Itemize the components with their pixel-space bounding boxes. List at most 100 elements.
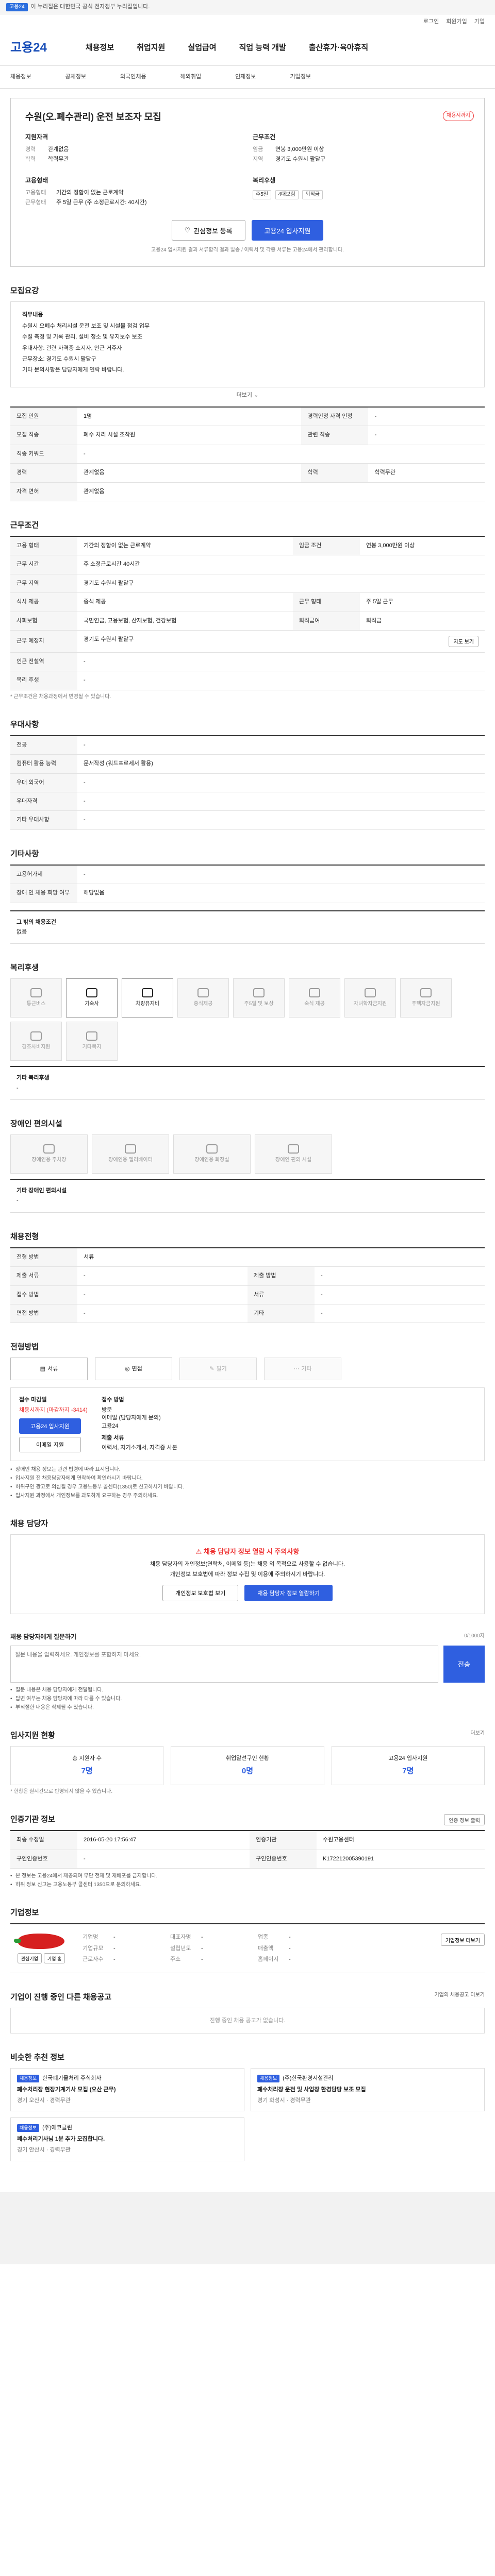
login-link[interactable]: 로그인 — [423, 18, 439, 26]
value: - — [113, 1934, 116, 1941]
table-row: 우대자격 - — [10, 792, 485, 811]
others-more-link[interactable]: 기업의 채용공고 더보기 — [434, 1992, 485, 1999]
table-cell: 수원고용센터 — [317, 1831, 485, 1850]
welfare-icon — [365, 988, 376, 998]
priority-table: 전공 - 컴퓨터 활용 능력 문서작성 (워드프로세서 활용) 우대 외국어 - 우대… — [10, 735, 485, 830]
stats-title: 입사지원 현황 — [10, 1731, 55, 1740]
company-more-button[interactable]: 기업정보 더보기 — [440, 1934, 485, 1946]
table-cell: 1명 — [77, 407, 302, 427]
table-row: 근무 지역 경기도 수원시 팔달구 — [10, 574, 485, 594]
welfare-card: 주택자금지원 — [400, 978, 452, 1018]
docs-title: 제출 서류 — [102, 1434, 124, 1441]
print-button[interactable]: 인증 정보 출력 — [444, 1814, 485, 1826]
company-section: 기업정보 관심기업 기업 홈 기업명 - 대표자명 - 업종 - 기업규모 - 설립년도… — [10, 1907, 485, 1974]
subnav-overseas[interactable]: 해외취업 — [180, 73, 201, 81]
table-header: 인근 전철역 — [10, 652, 77, 672]
scrap-button[interactable]: ♡ 관심정보 등록 — [171, 220, 245, 241]
stat-value: 7명 — [402, 1767, 414, 1776]
table-header: 기타 — [248, 1304, 315, 1324]
reco-tag: 채용정보 — [17, 2124, 40, 2132]
welfare-card-label: 차량유지비 — [136, 1001, 159, 1007]
subnav-company[interactable]: 기업정보 — [290, 73, 311, 81]
reco-card[interactable]: 채용정보 (주)에코클린 폐수처리기사님 1분 추가 모집합니다. 경기 안산시 · … — [10, 2117, 244, 2161]
reco-title: 폐수처리장 운전 및 사업장 환경담당 보조 모집 — [257, 2086, 366, 2093]
favorite-company-button[interactable]: 관심기업 — [17, 1953, 42, 1964]
table-header: 우대자격 — [10, 792, 77, 811]
summary-qualification: 지원자격 경력 관계없음 학력 학력무관 — [25, 133, 242, 166]
company-link[interactable]: 기업 — [474, 18, 485, 26]
send-button[interactable]: 전송 — [443, 1645, 485, 1683]
manager-section: 채용 담당자 ⚠ 채용 담당자 정보 열람 시 주의사항 채용 담당자의 개인정… — [10, 1518, 485, 1615]
restroom-icon — [206, 1144, 218, 1154]
fold-toggle[interactable]: 더보기 ⌄ — [10, 392, 485, 399]
subnav-public[interactable]: 공채정보 — [65, 73, 86, 81]
nav-jobs[interactable]: 채용정보 — [86, 42, 114, 53]
subnav-foreign[interactable]: 외국인채용 — [120, 73, 146, 81]
apply-note: 고용24 입사지원 결과 서류합격 결과 발송 / 이력서 및 각종 서류는 고… — [151, 247, 344, 253]
stats-section: 입사지원 현황 더보기 총 지원자 수 7명 취업알선구인 현황 0명 고용24 입사… — [10, 1730, 485, 1795]
table-row: 구인인증번호 - 구인인증번호 K172212005390191 — [10, 1850, 485, 1869]
company-home-button[interactable]: 기업 홈 — [43, 1953, 65, 1964]
career-value: 관계없음 — [48, 146, 69, 152]
welfare-card: 통근버스 — [10, 978, 62, 1018]
gov-tag: 고용24 — [6, 3, 28, 11]
table-row: 직종 키워드 - — [10, 445, 485, 464]
employment-type-value: 기간의 정함이 없는 근로계약 — [56, 189, 124, 196]
table-header: 퇴직급여 — [292, 612, 360, 631]
table-row: 근무 예정지 경기도 수원시 팔달구 지도 보기 — [10, 630, 485, 653]
posting-section: 인증기관 정보 인증 정보 출력 최종 수정일 2016-05-20 17:56:4… — [10, 1814, 485, 1889]
gov-banner: 고용24 이 누리집은 대한민국 공식 전자정부 누리집입니다. — [0, 0, 495, 14]
nav-training[interactable]: 직업 능력 개발 — [239, 42, 286, 53]
question-input[interactable] — [10, 1645, 438, 1683]
reco-meta: 경기 오산시 · 경력무관 — [17, 2097, 71, 2104]
welfare-card-label: 주택자금지원 — [411, 1001, 440, 1007]
email-apply-button[interactable]: 이메일 지원 — [19, 1437, 81, 1453]
table-header: 기타 우대사항 — [10, 810, 77, 830]
summary-conditions: 근무조건 임금 연봉 3,000만원 이상 지역 경기도 수원시 팔달구 — [253, 133, 470, 166]
table-header: 구인인증번호 — [10, 1850, 77, 1869]
apply-button[interactable]: 고용24 입사지원 — [251, 220, 324, 241]
value: - — [201, 1956, 203, 1962]
signup-link[interactable]: 회원가입 — [446, 18, 467, 26]
table-cell: 문서작성 (워드프로세서 활용) — [77, 754, 485, 774]
label: 기업명 — [82, 1934, 98, 1941]
table-row: 면접 방법 - 기타 - — [10, 1304, 485, 1324]
notice-item: 장애인 채용 정보는 관련 법령에 따라 표시됩니다. — [10, 1466, 485, 1473]
site-logo[interactable]: 고용24 — [10, 39, 67, 57]
table-header: 경력인정 자격 인정 — [301, 407, 369, 427]
reco-meta: 경기 안산시 · 경력무관 — [17, 2147, 71, 2154]
table-cell: 관계없음 — [77, 482, 485, 502]
privacy-law-button[interactable]: 개인정보 보호법 보기 — [162, 1585, 239, 1602]
value: - — [201, 1934, 203, 1941]
table-cell: - — [77, 810, 485, 830]
table-cell: 연봉 3,000만원 이상 — [359, 536, 485, 556]
steps-row: ▤ 서류 ◎ 면접 ✎ 필기 ⋯ 기타 — [10, 1358, 485, 1381]
table-cell: - — [315, 1285, 485, 1305]
nav-leave[interactable]: 출산휴가·육아휴직 — [309, 42, 368, 53]
subnav-talent[interactable]: 인재정보 — [235, 73, 256, 81]
description-line: 근무장소: 경기도 수원시 팔달구 — [22, 355, 96, 362]
reco-tag: 채용정보 — [17, 2075, 40, 2082]
summary-employment-title: 고용형태 — [25, 176, 48, 184]
table-header: 접수 방법 — [10, 1285, 77, 1305]
deadline-value: 채용시까지 (마감까지 -3414) — [19, 1406, 88, 1413]
apply-button-secondary[interactable]: 고용24 입사지원 — [19, 1418, 81, 1434]
gov-banner-text: 이 누리집은 대한민국 공식 전자정부 누리집입니다. — [30, 3, 150, 10]
subnav-jobs[interactable]: 채용정보 — [10, 73, 31, 81]
view-manager-button[interactable]: 채용 담당자 정보 열람하기 — [244, 1585, 333, 1602]
conditions-section: 근무조건 고용 형태 기간의 정함이 없는 근로계약 임금 조건 연봉 3,000만원… — [10, 520, 485, 701]
welfare-card: 차량유지비 — [122, 978, 173, 1018]
reco-card[interactable]: 채용정보 (주)한국환경시설관리 폐수처리장 운전 및 사업장 환경담당 보조 모집… — [251, 2068, 485, 2112]
section-title: 채용전형 — [10, 1232, 39, 1241]
access-card: 장애인 편의 시설 — [255, 1134, 332, 1174]
nav-benefit[interactable]: 실업급여 — [188, 42, 216, 53]
stats-more-link[interactable]: 더보기 — [470, 1730, 485, 1737]
nav-support[interactable]: 취업지원 — [137, 42, 165, 53]
map-button[interactable]: 지도 보기 — [449, 635, 478, 647]
label: 근로자수 — [82, 1956, 104, 1962]
apply-deadline-block: 접수 마감일 채용시까지 (마감까지 -3414) 고용24 입사지원 이메일 … — [19, 1396, 91, 1453]
reco-card[interactable]: 채용정보 한국폐기물처리 주식회사 폐수처리장 현장기계기사 모집 (오산 근무) 경… — [10, 2068, 244, 2112]
wage-text: 연봉 3,000만원 이상 — [366, 543, 415, 549]
welfare-card: 자녀학자금지원 — [344, 978, 396, 1018]
qna-title: 채용 담당자에게 질문하기 — [10, 1633, 77, 1641]
